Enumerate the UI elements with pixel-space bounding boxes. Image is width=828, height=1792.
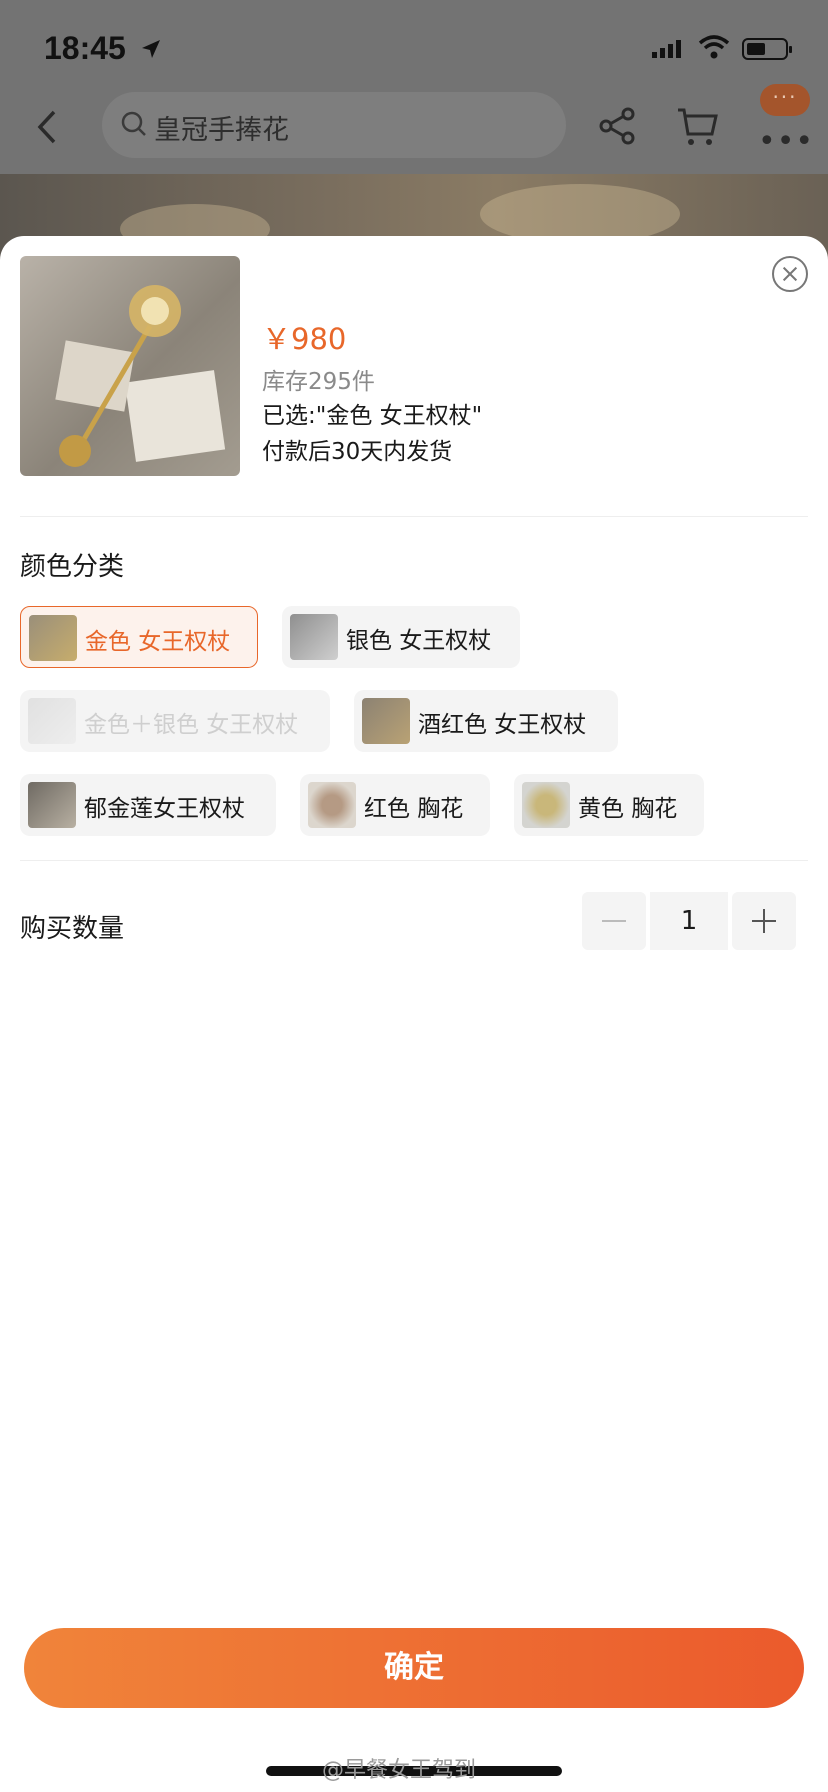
confirm-button[interactable]: 确定: [24, 1628, 804, 1708]
color-section-title: 颜色分类: [20, 552, 125, 582]
option-label: 酒红色 女王权杖: [418, 712, 587, 738]
search-bar[interactable]: 皇冠手捧花: [102, 92, 566, 158]
watermark: @早餐女王驾到: [322, 1758, 477, 1783]
option-tulip-scepter[interactable]: 郁金莲女王权杖: [20, 774, 276, 836]
share-icon[interactable]: [598, 106, 638, 146]
cart-icon[interactable]: [676, 106, 720, 148]
close-icon[interactable]: [772, 256, 808, 292]
option-label: 金色＋银色 女王权杖: [84, 712, 299, 738]
decrease-quantity-button[interactable]: [582, 892, 646, 950]
product-image: [20, 256, 240, 476]
sku-selector-sheet: ￥980 库存295件 已选:"金色 女王权杖" 付款后30天内发货 颜色分类 …: [0, 236, 828, 1792]
back-arrow-icon[interactable]: [34, 108, 60, 146]
status-bar: 18:45: [0, 0, 828, 100]
wifi-icon: [698, 35, 730, 59]
battery-icon: [742, 38, 792, 60]
option-thumb: [308, 782, 356, 828]
option-label: 黄色 胸花: [578, 796, 678, 822]
option-wine-red-scepter[interactable]: 酒红色 女王权杖: [354, 690, 618, 752]
option-gold-scepter[interactable]: 金色 女王权杖: [20, 606, 258, 668]
cellular-signal-icon: [652, 40, 681, 58]
quantity-value[interactable]: 1: [650, 892, 728, 950]
message-badge[interactable]: ···: [760, 84, 810, 116]
price: ￥980: [262, 322, 347, 356]
status-time: 18:45: [44, 30, 126, 66]
option-yellow-corsage[interactable]: 黄色 胸花: [514, 774, 704, 836]
option-thumb: [29, 615, 77, 661]
location-arrow-icon: [142, 40, 160, 58]
option-thumb: [28, 698, 76, 744]
option-silver-scepter[interactable]: 银色 女王权杖: [282, 606, 520, 668]
option-thumb: [290, 614, 338, 660]
option-red-corsage[interactable]: 红色 胸花: [300, 774, 490, 836]
option-label: 郁金莲女王权杖: [84, 796, 245, 822]
shipping-info: 付款后30天内发货: [262, 439, 453, 465]
option-gold-silver-scepter: 金色＋银色 女王权杖: [20, 690, 330, 752]
top-nav-bar: 皇冠手捧花 ··· •••: [0, 84, 828, 162]
increase-quantity-button[interactable]: [732, 892, 796, 950]
divider: [20, 860, 808, 861]
quantity-label: 购买数量: [20, 914, 125, 944]
divider: [20, 516, 808, 517]
search-icon: [121, 111, 146, 136]
option-label: 金色 女王权杖: [85, 629, 231, 655]
search-text: 皇冠手捧花: [154, 115, 289, 146]
option-thumb: [28, 782, 76, 828]
option-thumb: [522, 782, 570, 828]
option-thumb: [362, 698, 410, 744]
stock-count: 库存295件: [262, 369, 375, 395]
selected-variant: 已选:"金色 女王权杖": [262, 403, 483, 429]
scepter-image-icon: [55, 285, 226, 467]
option-label: 红色 胸花: [364, 796, 464, 822]
quantity-stepper: 1: [582, 892, 796, 950]
option-label: 银色 女王权杖: [346, 628, 492, 654]
more-menu-icon[interactable]: •••: [758, 124, 814, 159]
